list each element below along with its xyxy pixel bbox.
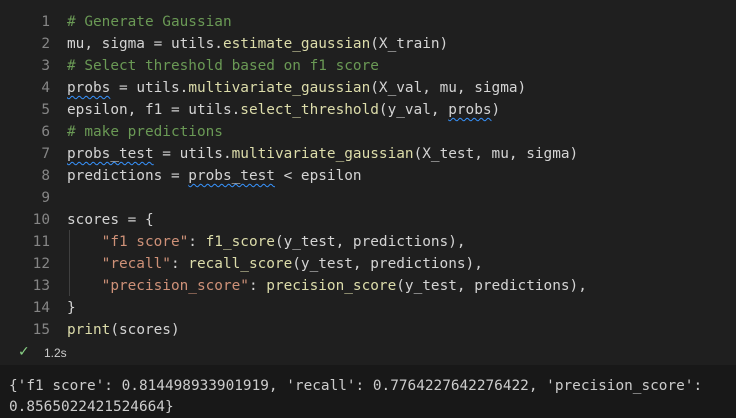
code-token: (y_test, predictions), [396, 278, 587, 294]
indent-guide [69, 230, 70, 296]
code-token: < epsilon [274, 168, 362, 184]
line-number: 12 [32, 256, 50, 272]
code-token: probs [67, 80, 111, 96]
line-code: probs = utils.multivariate_gaussian(X_va… [67, 77, 526, 99]
line-code: # Select threshold based on f1 score [67, 55, 379, 77]
code-token: mu, sigma = utils. [67, 36, 223, 52]
line-code: scores = { [67, 209, 154, 231]
code-token: : [188, 234, 206, 250]
code-token: probs [448, 102, 492, 118]
code-token: print [67, 322, 111, 338]
code-token: predictions = [67, 168, 189, 184]
code-line[interactable]: 13 "precision_score": precision_score(y_… [0, 275, 736, 297]
code-line[interactable]: 12 "recall": recall_score(y_test, predic… [0, 253, 736, 275]
line-code: mu, sigma = utils.estimate_gaussian(X_tr… [67, 33, 448, 55]
code-token: multivariate_gaussian [231, 146, 414, 162]
code-line[interactable]: 14} [0, 297, 736, 319]
code-line[interactable]: 2 mu, sigma = utils.estimate_gaussian(X_t… [0, 33, 736, 55]
code-line[interactable]: 5 epsilon, f1 = utils.select_threshold(y_… [0, 99, 736, 121]
cell-status-bar: ✓ 1.2s [0, 342, 736, 364]
code-token: } [67, 300, 76, 316]
execution-time: 1.2s [44, 346, 67, 360]
line-number: 8 [41, 168, 50, 184]
code-token: "f1 score" [101, 234, 189, 250]
code-token: = utils. [153, 146, 232, 162]
line-number: 1 [41, 14, 50, 30]
code-token: "recall" [101, 256, 171, 272]
line-number: 9 [41, 190, 50, 206]
output-text: {'f1 score': 0.814498933901919, 'recall'… [9, 378, 711, 415]
line-number: 14 [32, 300, 50, 316]
line-number: 6 [41, 124, 50, 140]
code-token: (scores) [110, 322, 180, 338]
line-code: } [67, 297, 76, 319]
line-number: 3 [41, 58, 50, 74]
line-number: 15 [32, 322, 50, 338]
code-token: multivariate_gaussian [188, 80, 371, 96]
code-token: # Select threshold based on f1 score [67, 58, 379, 74]
code-token: (y_val, [378, 102, 449, 118]
line-code: # make predictions [67, 121, 223, 143]
code-line[interactable]: 9 [0, 187, 736, 209]
code-token: precision_score [266, 278, 397, 294]
line-code: "precision_score": precision_score(y_tes… [67, 275, 587, 297]
code-line[interactable]: 3 # Select threshold based on f1 score [0, 55, 736, 77]
code-token: ) [491, 102, 501, 118]
code-line[interactable]: 7 probs_test = utils.multivariate_gaussia… [0, 143, 736, 165]
code-token: select_threshold [240, 102, 379, 118]
code-token: (y_test, predictions), [292, 256, 483, 272]
code-line[interactable]: 6 # make predictions [0, 121, 736, 143]
check-icon: ✓ [18, 344, 30, 360]
code-line[interactable]: 1 # Generate Gaussian [0, 11, 736, 33]
line-code: "f1 score": f1_score(y_test, predictions… [67, 231, 466, 253]
code-line[interactable]: 11 "f1 score": f1_score(y_test, predicti… [0, 231, 736, 253]
line-code: print(scores) [67, 319, 180, 341]
code-token: probs_test [188, 168, 275, 184]
code-token: recall_score [188, 256, 293, 272]
line-code: # Generate Gaussian [67, 11, 232, 33]
code-cell[interactable]: 1 # Generate Gaussian 2 mu, sigma = utils.e… [0, 0, 736, 365]
line-number: 5 [41, 102, 50, 118]
code-token: scores = { [67, 212, 154, 228]
line-number: 13 [32, 278, 50, 294]
line-number: 2 [41, 36, 50, 52]
code-line[interactable]: 10 scores = { [0, 209, 736, 231]
line-code: predictions = probs_test < epsilon [67, 165, 362, 187]
code-line[interactable]: 15 print(scores) [0, 319, 736, 341]
code-token: (X_val, mu, sigma) [370, 80, 527, 96]
code-token: estimate_gaussian [222, 36, 371, 52]
line-number: 4 [41, 80, 50, 96]
code-token: (X_train) [370, 36, 449, 52]
code-token: f1_score [205, 234, 275, 250]
code-line[interactable]: 4 probs = utils.multivariate_gaussian(X_v… [0, 77, 736, 99]
code-token: = utils. [110, 80, 189, 96]
code-editor[interactable]: 1 # Generate Gaussian 2 mu, sigma = utils.e… [0, 11, 736, 341]
line-code: epsilon, f1 = utils.select_threshold(y_v… [67, 99, 500, 121]
code-token: "precision_score" [101, 278, 249, 294]
code-token: # make predictions [67, 124, 223, 140]
cell-output[interactable]: {'f1 score': 0.814498933901919, 'recall'… [0, 365, 736, 418]
line-number: 11 [32, 234, 50, 250]
line-number: 7 [41, 146, 50, 162]
code-token: epsilon, f1 = utils. [67, 102, 241, 118]
code-line[interactable]: 8 predictions = probs_test < epsilon [0, 165, 736, 187]
line-code: "recall": recall_score(y_test, predictio… [67, 253, 483, 275]
code-token: (X_test, mu, sigma) [413, 146, 579, 162]
code-token: (y_test, predictions), [274, 234, 466, 250]
line-number: 10 [32, 212, 50, 228]
code-token: : [170, 256, 189, 272]
code-token: probs_test [67, 146, 154, 162]
line-code: probs_test = utils.multivariate_gaussian… [67, 143, 578, 165]
code-token: # Generate Gaussian [67, 14, 232, 30]
code-token: : [248, 278, 267, 294]
